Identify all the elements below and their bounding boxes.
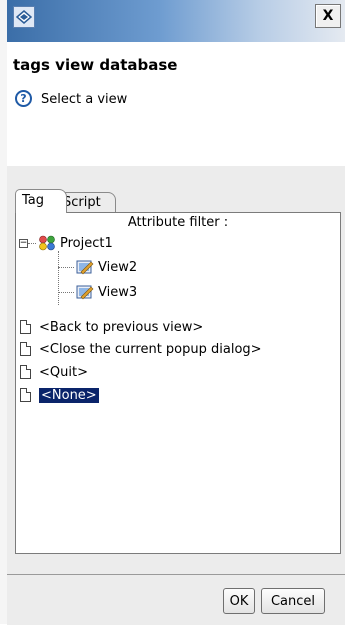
list-item-label: <Back to previous view> xyxy=(39,319,204,335)
tree-node-project1[interactable]: − Project1 xyxy=(19,233,113,253)
document-icon xyxy=(20,365,31,379)
tree-node-view2[interactable]: View2 xyxy=(58,257,137,277)
cancel-button[interactable]: Cancel xyxy=(261,588,325,614)
tab-area: Script Tag Attribute filter : − Project1 xyxy=(7,166,345,574)
collapse-icon[interactable]: − xyxy=(19,238,28,248)
list-item-back[interactable]: <Back to previous view> xyxy=(20,317,203,337)
title-bar[interactable]: X xyxy=(7,0,345,42)
list-item-label: <Close the current popup dialog> xyxy=(39,341,262,357)
document-icon xyxy=(20,342,31,356)
list-item-none[interactable]: <None> xyxy=(20,385,99,405)
close-button[interactable]: X xyxy=(315,4,341,28)
app-icon xyxy=(13,6,35,28)
tab-tag[interactable]: Tag xyxy=(15,189,67,213)
tree-node-view3[interactable]: View3 xyxy=(58,282,137,302)
view-list-panel: Attribute filter : − Project1 View2 View… xyxy=(15,212,341,554)
view-icon xyxy=(76,284,94,300)
list-item-quit[interactable]: <Quit> xyxy=(20,362,88,382)
button-bar: OK Cancel xyxy=(7,574,345,625)
dialog-title: tags view database xyxy=(13,56,178,74)
dialog-message: Select a view xyxy=(41,92,128,107)
tree-node-label: View3 xyxy=(98,284,138,300)
attribute-filter-label: Attribute filter : xyxy=(127,215,229,230)
tree-node-label: Project1 xyxy=(60,235,113,251)
document-icon xyxy=(20,388,31,402)
list-item-label: <Quit> xyxy=(39,364,88,380)
project-icon xyxy=(38,235,56,251)
ok-button[interactable]: OK xyxy=(223,588,255,614)
close-icon: X xyxy=(322,8,334,24)
list-item-label-selected: <None> xyxy=(39,387,99,403)
left-edge xyxy=(0,0,7,624)
list-item-close-popup[interactable]: <Close the current popup dialog> xyxy=(20,339,262,359)
view-icon xyxy=(76,259,94,275)
tree-node-label: View2 xyxy=(98,259,138,275)
help-icon: ? xyxy=(15,90,32,107)
dialog-header: tags view database ? Select a view xyxy=(7,42,345,167)
document-icon xyxy=(20,320,31,334)
